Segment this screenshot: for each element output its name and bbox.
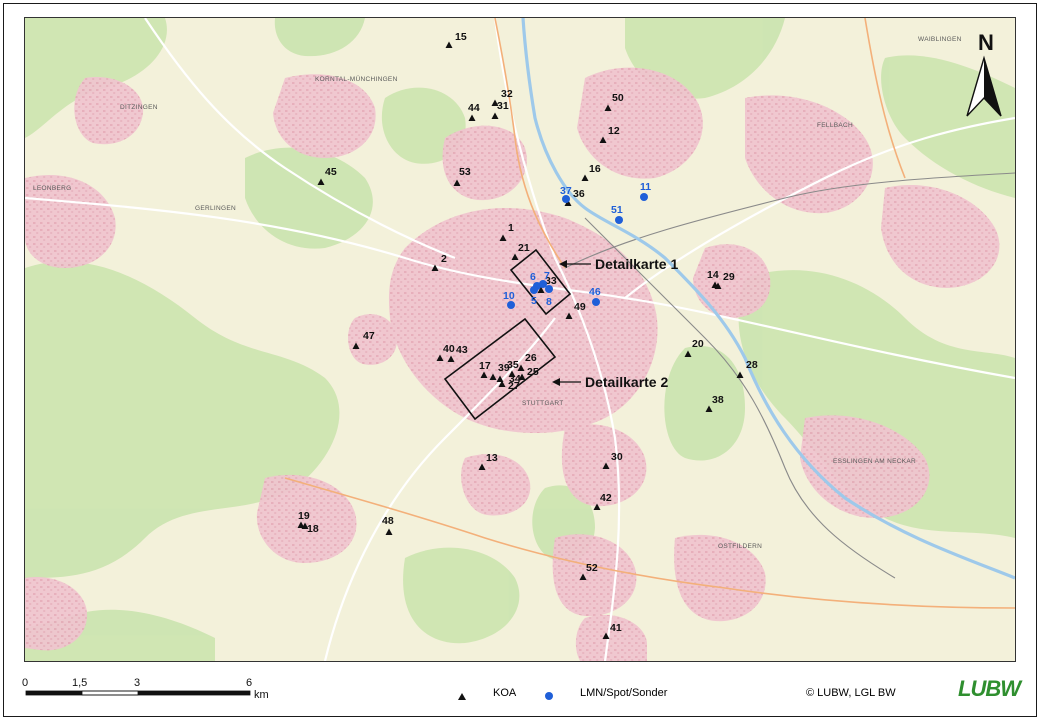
lmn-point-label: 46 (589, 286, 601, 298)
koa-point-label: 50 (612, 92, 624, 104)
legend-koa-icon (458, 693, 466, 700)
lmn-point-label: 7 (544, 270, 550, 282)
koa-point-label: 35 (507, 359, 519, 371)
koa-point-label: 1 (508, 222, 514, 234)
koa-point-label: 20 (692, 338, 704, 350)
lmn-dot-icon (545, 285, 553, 293)
scale-unit: km (254, 689, 269, 701)
legend-lmn-icon (545, 692, 553, 700)
scale-label-0: 0 (22, 677, 29, 689)
town-label: GERLINGEN (195, 205, 236, 212)
koa-point-label: 45 (325, 166, 337, 178)
koa-point-label: 36 (573, 188, 585, 200)
lmn-dot-icon (530, 286, 538, 294)
lmn-dot-icon (592, 298, 600, 306)
legend-koa-label: KOA (493, 687, 517, 699)
legend: 0 1,5 3 6 km KOA LMN/Spot/Sonder © LUBW,… (0, 668, 1040, 716)
koa-point-label: 13 (486, 452, 498, 464)
lmn-point-label: 5 (531, 295, 537, 307)
town-label: ESSLINGEN AM NECKAR (833, 458, 916, 465)
koa-point-label: 30 (611, 451, 623, 463)
town-label: STUTTGART (522, 400, 564, 407)
lmn-point[interactable]: 8 (545, 285, 553, 308)
koa-point-label: 18 (307, 523, 319, 535)
lmn-dot-icon (507, 301, 515, 309)
lmn-point-label: 6 (530, 271, 536, 283)
town-label: WAIBLINGEN (918, 36, 962, 43)
scale-label-6: 6 (246, 677, 253, 689)
koa-point-label: 21 (518, 242, 530, 254)
koa-point-label: 32 (501, 88, 513, 100)
lmn-dot-icon (615, 216, 623, 224)
town-label: DITZINGEN (120, 104, 158, 111)
koa-point-label: 16 (589, 163, 601, 175)
koa-point-label: 53 (459, 166, 471, 178)
koa-point-label: 43 (456, 344, 468, 356)
north-label: N (978, 30, 994, 55)
lubw-logo: LUBW (958, 676, 1021, 701)
copyright: © LUBW, LGL BW (806, 687, 896, 699)
town-label: FELLBACH (817, 122, 853, 129)
koa-point-label: 49 (574, 301, 586, 313)
scale-label-1-5: 1,5 (72, 677, 88, 689)
town-label: LEONBERG (33, 185, 72, 192)
koa-point-label: 25 (527, 366, 539, 378)
scale-label-3: 3 (134, 677, 141, 689)
lmn-dot-icon (640, 193, 648, 201)
lmn-point-label: 37 (560, 185, 572, 197)
koa-point-label: 2 (441, 253, 447, 265)
koa-point-label: 47 (363, 330, 375, 342)
koa-point-label: 41 (610, 622, 622, 634)
koa-point-label: 26 (525, 352, 537, 364)
town-label: KORNTAL-MÜNCHINGEN (315, 75, 398, 83)
koa-point-label: 15 (455, 31, 467, 43)
lmn-point-label: 8 (546, 296, 552, 308)
koa-point-label: 27 (508, 380, 520, 392)
lmn-point[interactable]: 5 (530, 286, 538, 307)
koa-point-label: 12 (608, 125, 620, 137)
lmn-point-label: 11 (640, 181, 651, 193)
map-canvas[interactable]: KORNTAL-MÜNCHINGEN DITZINGEN LEONBERG GE… (24, 17, 1016, 662)
koa-point-label: 40 (443, 343, 455, 355)
lmn-point-label: 51 (611, 204, 623, 216)
koa-point-label: 48 (382, 515, 394, 527)
koa-point-label: 28 (746, 359, 758, 371)
koa-point-label: 42 (600, 492, 612, 504)
detailkarte-2-label: Detailkarte 2 (585, 374, 668, 390)
detailkarte-1-label: Detailkarte 1 (595, 256, 678, 272)
town-label: OSTFILDERN (718, 543, 762, 550)
koa-point-label: 17 (479, 360, 491, 372)
legend-lmn-label: LMN/Spot/Sonder (580, 687, 668, 699)
koa-point-label: 14 (707, 269, 719, 281)
koa-point-label: 29 (723, 271, 735, 283)
koa-point-label: 38 (712, 394, 724, 406)
koa-point-label: 31 (497, 100, 509, 112)
koa-point-label: 52 (586, 562, 598, 574)
koa-point-label: 44 (468, 102, 480, 114)
koa-point-label: 19 (298, 510, 310, 522)
lmn-point-label: 10 (503, 290, 515, 302)
